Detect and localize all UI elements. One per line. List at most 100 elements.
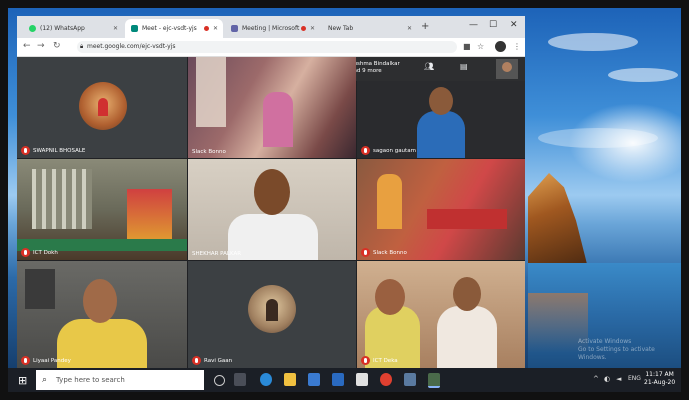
meet-stage: Sushma Bindalkar and 9 more 👥︎ ▤ SWAPNIL… (17, 57, 525, 368)
tab-strip: (12) WhatsApp ✕ Meet - ejc-vsdt-yjs ✕ Me… (17, 16, 525, 38)
forward-icon[interactable]: → (37, 41, 45, 51)
recording-dot-icon (204, 26, 209, 31)
watermark-line2: Go to Settings to activate Windows. (578, 346, 655, 361)
tile-label: ICT Deka (361, 356, 398, 365)
window-light (196, 57, 226, 127)
tile-label: SWAPNIL BHOSALE (21, 146, 85, 155)
tab-teams[interactable]: Meeting | Microsoft ✕ (225, 19, 320, 38)
avatar-figure (98, 98, 108, 116)
star-icon[interactable]: ☆ (477, 42, 484, 51)
task-view-icon[interactable] (234, 373, 246, 386)
cortana-icon[interactable] (214, 375, 225, 386)
idol (377, 174, 402, 229)
board (25, 269, 55, 309)
self-view[interactable] (496, 59, 518, 79)
system-clock[interactable]: 11:17 AM 21-Aug-20 (644, 371, 675, 387)
self-face (502, 62, 512, 72)
tile-label: SHEKHAR PALKAR (192, 251, 241, 257)
tab-label: Meeting | Microsoft (242, 25, 300, 32)
tray-chevron-icon[interactable]: ^ (593, 375, 599, 383)
wallpaper-rock (528, 173, 588, 268)
close-icon[interactable]: ✕ (113, 25, 118, 32)
new-tab-button[interactable]: + (421, 21, 429, 32)
participant-tile[interactable]: Slack Bonno (357, 159, 525, 260)
chrome-active-icon[interactable] (428, 373, 440, 388)
activate-windows-watermark: Activate Windows Go to Settings to activ… (578, 338, 678, 362)
mic-off-icon (361, 146, 370, 155)
tile-label: Liyaai Pandey (21, 356, 71, 365)
participant-name: Ravi Gaan (204, 357, 233, 364)
participant-tile[interactable]: Ravi Gaan (188, 261, 356, 368)
maximize-icon[interactable]: ☐ (489, 20, 497, 30)
app-icon[interactable] (404, 373, 416, 386)
network-icon[interactable]: ◐ (604, 375, 610, 383)
close-icon[interactable]: ✕ (407, 25, 412, 32)
screen-frame: Activate Windows Go to Settings to activ… (0, 0, 689, 400)
tab-label: Meet - ejc-vsdt-yjs (142, 25, 197, 32)
participant-tile[interactable]: Liyaai Pandey (17, 261, 187, 368)
participant-tile[interactable]: SHEKHAR PALKAR (188, 159, 356, 260)
file-explorer-icon[interactable] (284, 373, 296, 386)
browser-toolbar: ← → ↻ 🔒︎ meet.google.com/ejc-vsdt-yjs ■ … (17, 38, 525, 57)
participant-name: ICT Deka (373, 357, 398, 364)
window-grill (32, 169, 92, 229)
adult-torso (437, 306, 497, 368)
teams-icon (231, 25, 238, 32)
wallpaper-cloud (608, 68, 678, 82)
close-icon[interactable]: ✕ (213, 25, 218, 32)
participant-name: Sushma Bindalkar (350, 61, 400, 67)
tab-whatsapp[interactable]: (12) WhatsApp ✕ (23, 19, 123, 38)
taskbar-search[interactable]: ⌕ Type here to search (36, 370, 204, 390)
participant-tile[interactable]: ICT Deka (357, 261, 525, 368)
back-icon[interactable]: ← (23, 41, 31, 51)
language-indicator[interactable]: ENG (628, 375, 641, 382)
participant-name: sagaon gautam (373, 147, 416, 154)
mic-off-icon (21, 248, 30, 257)
tile-label: Slack Bonno (361, 248, 407, 257)
participant-name: Slack Bonno (373, 249, 407, 256)
participant-name: SWAPNIL BHOSALE (33, 147, 86, 154)
close-icon[interactable]: ✕ (310, 25, 315, 32)
windows-taskbar: ⊞ ⌕ Type here to search ^ ◐ ◄ ENG 11:17 … (8, 368, 681, 392)
tab-new-tab[interactable]: New Tab ✕ (322, 19, 417, 38)
participant-name: Liyaai Pandey (33, 357, 71, 364)
participant-tile[interactable]: SWAPNIL BHOSALE (17, 57, 187, 158)
mic-off-icon (21, 356, 30, 365)
edge-icon[interactable] (260, 373, 272, 386)
camera-icon[interactable]: ■ (463, 42, 471, 51)
windows-start-icon[interactable]: ⊞ (18, 374, 27, 387)
adult-face (453, 277, 481, 311)
participant-tile[interactable]: sagaon gautam (357, 81, 525, 158)
app-icon[interactable] (356, 373, 368, 386)
avatar (79, 82, 127, 130)
participant-tile[interactable]: ICT Dokh (17, 159, 187, 260)
torso (228, 214, 318, 260)
volume-icon[interactable]: ◄ (616, 375, 621, 383)
tab-label: New Tab (328, 25, 354, 32)
whatsapp-icon (29, 25, 36, 32)
address-bar[interactable]: 🔒︎ meet.google.com/ejc-vsdt-yjs (77, 41, 457, 53)
url-text: meet.google.com/ejc-vsdt-yjs (87, 43, 176, 50)
participant-tile[interactable]: Slack Bonno (188, 57, 356, 158)
store-icon[interactable] (308, 373, 320, 386)
menu-icon[interactable]: ⋮ (513, 42, 521, 51)
close-window-icon[interactable]: ✕ (510, 20, 518, 30)
chrome-window: (12) WhatsApp ✕ Meet - ejc-vsdt-yjs ✕ Me… (17, 16, 525, 368)
people-icon[interactable]: 👥︎ (424, 62, 434, 71)
avatar-figure (266, 299, 278, 321)
chrome-icon[interactable] (380, 373, 392, 386)
tile-label: sagaon gautam (361, 146, 416, 155)
meet-icon (131, 25, 138, 32)
mail-icon[interactable] (332, 373, 344, 386)
chat-icon[interactable]: ▤ (460, 62, 468, 71)
search-icon: ⌕ (42, 375, 48, 385)
offering-tray (427, 209, 507, 229)
profile-avatar[interactable] (495, 41, 506, 52)
child-face (375, 279, 405, 315)
mic-off-icon (361, 248, 370, 257)
minimize-icon[interactable]: — (469, 20, 478, 30)
tab-meet[interactable]: Meet - ejc-vsdt-yjs ✕ (125, 19, 223, 38)
reload-icon[interactable]: ↻ (53, 41, 61, 51)
avatar (248, 285, 296, 333)
watermark-line1: Activate Windows (578, 338, 632, 345)
